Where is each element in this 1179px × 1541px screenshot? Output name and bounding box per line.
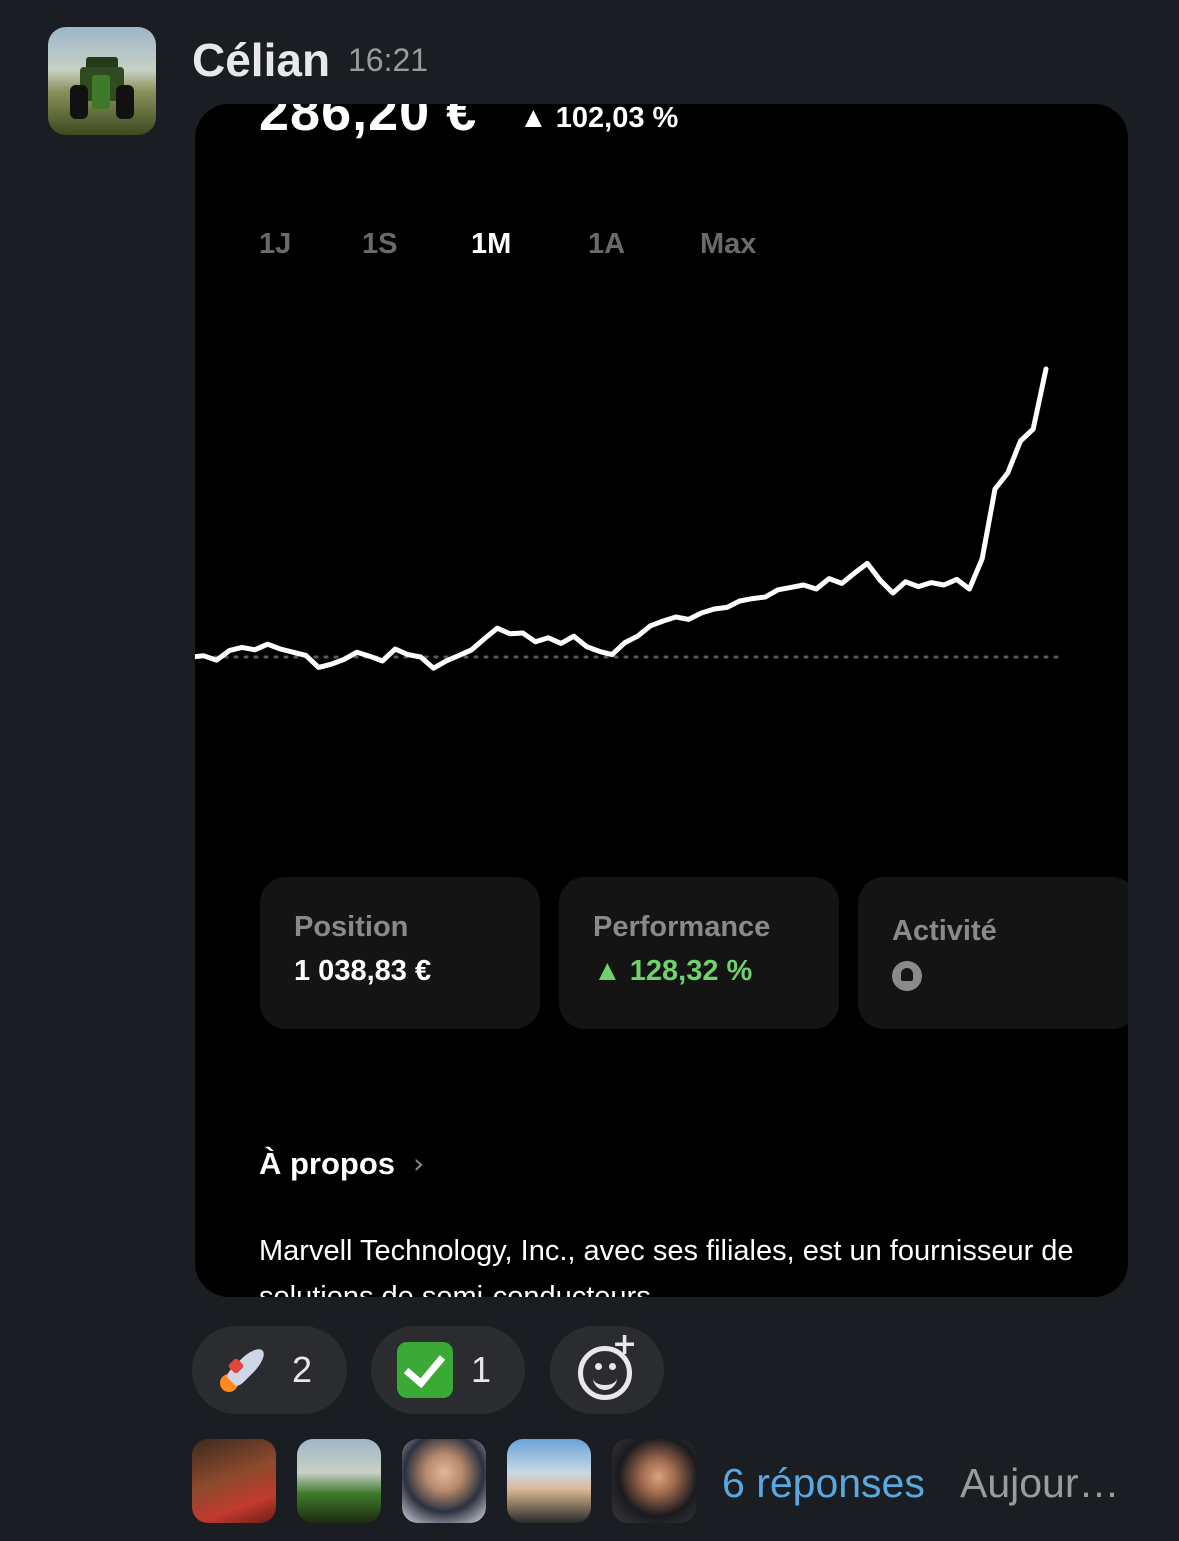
thread-last-reply-time: Aujour…: [960, 1460, 1120, 1506]
reaction-check[interactable]: 1: [371, 1326, 525, 1414]
tab-max: Max: [700, 228, 757, 260]
tab-1s: 1S: [362, 228, 398, 260]
thread-participant-avatar[interactable]: [192, 1439, 276, 1523]
thread-participant-avatar[interactable]: [507, 1439, 591, 1523]
add-reaction-button[interactable]: +: [550, 1326, 664, 1414]
thread-participant-avatar[interactable]: [297, 1439, 381, 1523]
about-heading: À propos: [259, 1146, 396, 1181]
bell-icon: [892, 961, 922, 991]
performance-label: Performance: [593, 911, 771, 943]
position-value: 1 038,83 €: [294, 955, 432, 987]
author-name[interactable]: Célian: [192, 30, 330, 90]
reaction-count: 2: [292, 1349, 313, 1390]
check-icon: [397, 1342, 453, 1398]
stock-screenshot[interactable]: 286,20 € ▲ 102,03 % 1J 1S 1M 1A Max Posi…: [195, 104, 1128, 1297]
tab-1j: 1J: [259, 228, 292, 260]
chevron-right-icon: ›: [413, 1147, 425, 1180]
plus-icon: +: [612, 1327, 638, 1362]
tractor-image: [70, 57, 134, 119]
thread-replies-link[interactable]: 6 réponses: [722, 1456, 925, 1510]
position-label: Position: [294, 911, 409, 943]
thread-participant-avatar[interactable]: [612, 1439, 696, 1523]
author-avatar[interactable]: [48, 27, 156, 135]
position-card: Position 1 038,83 €: [260, 877, 540, 1029]
stock-price: 286,20 €: [259, 104, 478, 142]
performance-card: Performance ▲ 128,32 %: [559, 877, 839, 1029]
performance-value: ▲ 128,32 %: [593, 955, 753, 987]
company-description: Marvell Technology, Inc., avec ses filia…: [259, 1235, 1074, 1297]
rocket-icon: [216, 1340, 276, 1400]
price-line: [195, 366, 1049, 671]
activity-card: Activité: [858, 877, 1128, 1029]
reaction-count: 1: [471, 1349, 492, 1390]
reaction-rocket[interactable]: 2: [192, 1326, 347, 1414]
tab-1a: 1A: [588, 228, 626, 260]
message-time[interactable]: 16:21: [348, 40, 428, 80]
thread-participant-avatar[interactable]: [402, 1439, 486, 1523]
activity-label: Activité: [892, 915, 997, 947]
stock-change: ▲ 102,03 %: [519, 104, 679, 134]
tab-1m: 1M: [471, 228, 512, 260]
price-chart: [195, 366, 1059, 671]
